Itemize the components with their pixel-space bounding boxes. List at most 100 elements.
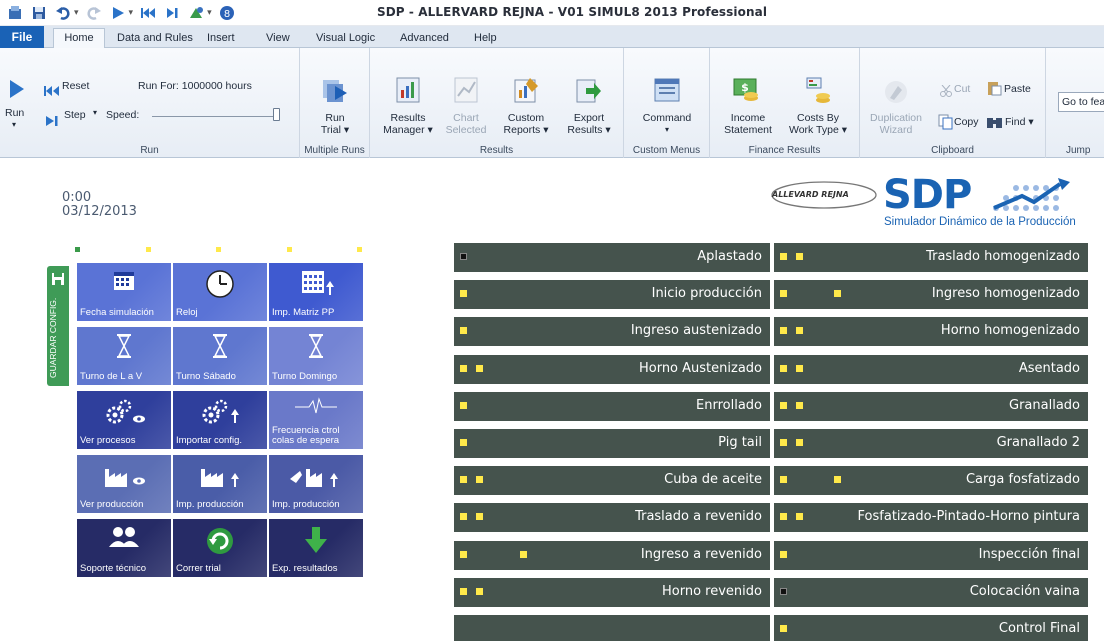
income-statement-button[interactable]: Income Statement — [716, 112, 780, 136]
process-bar[interactable]: Horno Austenizado — [453, 354, 771, 385]
tab-visual-logic[interactable]: Visual Logic — [316, 29, 375, 48]
duplication-wizard-icon[interactable] — [880, 76, 912, 108]
custom-reports-icon[interactable] — [510, 74, 542, 106]
process-label: Granallado 2 — [996, 435, 1080, 450]
tile-ver-produccion[interactable]: Ver producción — [77, 455, 171, 513]
duplication-wizard-button[interactable]: Duplication Wizard — [866, 112, 926, 136]
run-trial-icon[interactable] — [319, 74, 351, 106]
tile-turno-l-a-v[interactable]: Turno de L a V — [77, 327, 171, 385]
guardar-config-tab[interactable]: GUARDAR CONFIG. — [47, 266, 69, 386]
tile-ver-procesos[interactable]: Ver procesos — [77, 391, 171, 449]
command-label: Command — [642, 112, 692, 124]
process-bar[interactable]: Traslado homogenizado — [773, 242, 1089, 273]
tab-help[interactable]: Help — [474, 29, 497, 48]
tab-data-and-rules[interactable]: Data and Rules — [117, 29, 193, 48]
income-statement-icon[interactable]: $ — [730, 74, 762, 106]
tile-soporte-tecnico[interactable]: Soporte técnico — [77, 519, 171, 577]
process-bar[interactable] — [453, 614, 771, 641]
go-to-feature-input[interactable] — [1058, 92, 1104, 112]
cut-icon[interactable] — [940, 82, 952, 101]
process-label: Horno revenido — [662, 584, 762, 599]
speed-slider-track[interactable] — [152, 116, 278, 117]
tile-label: Correr trial — [176, 564, 221, 574]
ribbon: Run ▾ Reset Run For: 1000000 hours Step … — [0, 48, 1104, 158]
tile-correr-trial[interactable]: Correr trial — [173, 519, 267, 577]
tile-exp-resultados[interactable]: Exp. resultados — [269, 519, 363, 577]
factory-import-icon — [173, 461, 267, 491]
tile-imp-matriz-pp[interactable]: Imp. Matriz PP — [269, 263, 363, 321]
cut-button[interactable]: Cut — [954, 83, 970, 95]
logo-brand: SDP — [883, 172, 972, 218]
find-button[interactable]: Find ▾ — [1005, 116, 1034, 128]
export-results-button[interactable]: Export Results ▾ — [560, 112, 618, 136]
step-button[interactable]: Step — [64, 109, 86, 121]
copy-button[interactable]: Copy — [954, 116, 979, 128]
run-dropdown-icon[interactable]: ▾ — [12, 120, 16, 129]
reset-icon[interactable] — [44, 81, 60, 100]
speed-slider-handle[interactable] — [273, 108, 280, 121]
export-results-icon[interactable] — [572, 74, 604, 106]
process-bar[interactable]: Cuba de aceite — [453, 465, 771, 496]
tile-label: Importar config. — [176, 436, 242, 446]
duplication-wizard-label-1: Duplication — [870, 112, 922, 124]
tile-turno-domingo[interactable]: Turno Domingo — [269, 327, 363, 385]
custom-menus-label: Custom Menus — [632, 145, 701, 156]
costs-by-work-type-icon[interactable] — [802, 74, 834, 106]
process-bar[interactable]: Ingreso austenizado — [453, 316, 771, 347]
chart-selected-button[interactable]: Chart Selected — [440, 112, 492, 136]
process-bar[interactable]: Inicio producción — [453, 279, 771, 310]
process-bar[interactable]: Traslado a revenido — [453, 502, 771, 533]
process-bar[interactable]: Granallado — [773, 391, 1089, 422]
tile-fecha-simulacion[interactable]: Fecha simulación — [77, 263, 171, 321]
run-trial-button[interactable]: Run Trial ▾ — [300, 112, 370, 136]
tile-imp-produccion[interactable]: Imp. producción — [173, 455, 267, 513]
copy-icon[interactable] — [938, 114, 954, 134]
process-bar[interactable]: Horno homogenizado — [773, 316, 1089, 347]
process-bar[interactable]: Carga fosfatizado — [773, 465, 1089, 496]
process-bar[interactable]: Asentado — [773, 354, 1089, 385]
tile-importar-config[interactable]: Importar config. — [173, 391, 267, 449]
status-dot — [216, 247, 221, 252]
tile-imp-produccion-2[interactable]: Imp. producción — [269, 455, 363, 513]
paste-icon[interactable] — [986, 80, 1002, 100]
process-bar[interactable]: Inspección final — [773, 540, 1089, 571]
process-bar[interactable]: Pig tail — [453, 428, 771, 459]
costs-by-work-type-button[interactable]: Costs By Work Type ▾ — [784, 112, 852, 136]
logo-company-name: ALLEVARD REJNA — [772, 190, 849, 199]
tab-advanced[interactable]: Advanced — [400, 29, 449, 48]
run-button[interactable]: Run — [5, 107, 24, 119]
tab-file[interactable]: File — [0, 26, 44, 48]
step-icon[interactable] — [46, 111, 60, 130]
process-bar[interactable]: Aplastado — [453, 242, 771, 273]
process-bar[interactable]: Fosfatizado-Pintado-Horno pintura — [773, 502, 1089, 533]
step-dropdown-icon[interactable]: ▾ — [93, 108, 97, 117]
tab-insert[interactable]: Insert — [207, 29, 235, 48]
process-bar[interactable]: Colocación vaina — [773, 577, 1089, 608]
process-bar[interactable]: Enrrollado — [453, 391, 771, 422]
results-manager-button[interactable]: Results Manager ▾ — [376, 112, 440, 136]
chart-selected-label-2: Selected — [445, 124, 487, 136]
run-play-icon[interactable] — [10, 80, 24, 102]
process-bar[interactable]: Ingreso a revenido — [453, 540, 771, 571]
paste-button[interactable]: Paste — [1004, 83, 1031, 95]
run-for-label[interactable]: Run For: 1000000 hours — [138, 80, 252, 92]
tile-frecuencia-ctrol[interactable]: Frecuencia ctrol colas de espera — [269, 391, 363, 449]
process-bar[interactable]: Horno revenido — [453, 577, 771, 608]
reset-button[interactable]: Reset — [62, 80, 89, 92]
process-bar[interactable]: Control Final — [773, 614, 1089, 641]
process-bar[interactable]: Ingreso homogenizado — [773, 279, 1089, 310]
tab-home[interactable]: Home — [53, 28, 105, 49]
process-bar[interactable]: Granallado 2 — [773, 428, 1089, 459]
chart-selected-icon[interactable] — [450, 74, 482, 106]
hourglass-icon — [173, 333, 267, 359]
tab-view[interactable]: View — [266, 29, 290, 48]
tile-reloj[interactable]: Reloj — [173, 263, 267, 321]
status-indicator — [796, 365, 803, 372]
find-icon[interactable] — [986, 114, 1004, 134]
command-button[interactable]: Command ▾ — [624, 112, 710, 136]
command-icon[interactable] — [651, 74, 683, 106]
custom-menus-group: Command ▾ Custom Menus — [624, 48, 710, 158]
tile-turno-sabado[interactable]: Turno Sábado — [173, 327, 267, 385]
custom-reports-button[interactable]: Custom Reports ▾ — [498, 112, 554, 136]
results-manager-icon[interactable] — [392, 74, 424, 106]
